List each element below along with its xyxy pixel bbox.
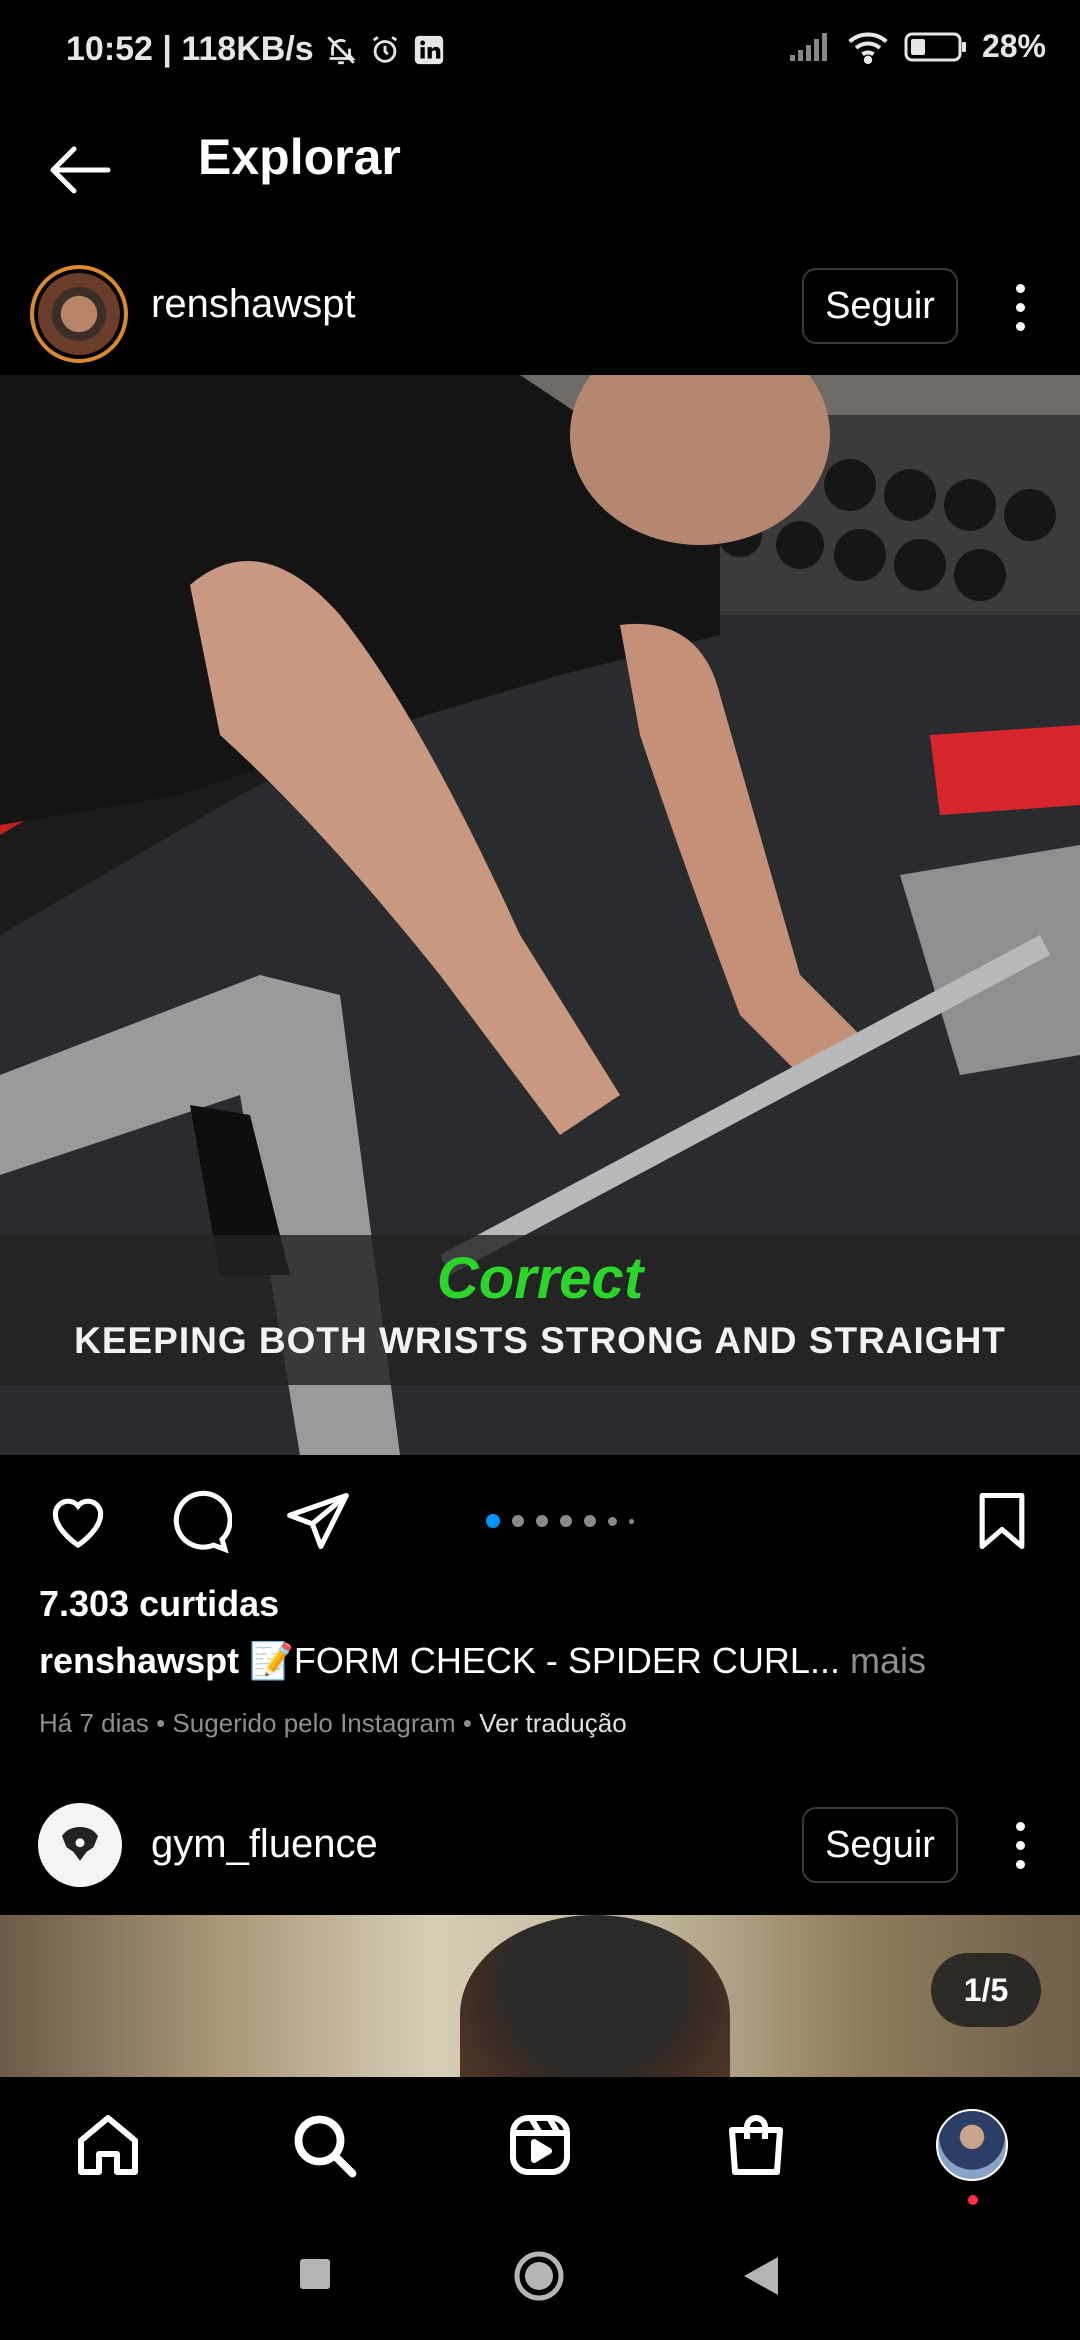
back-triangle-icon[interactable] [742, 2255, 780, 2297]
gym-fluence-logo-icon [62, 1827, 98, 1861]
post-caption[interactable]: renshawspt 📝FORM CHECK - SPIDER CURL... … [39, 1640, 926, 1682]
carousel-dot [608, 1516, 617, 1526]
like-heart-icon[interactable] [44, 1487, 112, 1555]
caption-username[interactable]: renshawspt [39, 1640, 239, 1681]
shop-icon[interactable] [720, 2109, 792, 2181]
signal-icon [788, 31, 832, 63]
post-username-2[interactable]: gym_fluence [151, 1822, 378, 1867]
battery-icon [904, 32, 968, 62]
carousel-dot [536, 1515, 548, 1527]
status-time-speed: 10:52 | 118KB/s [66, 30, 314, 68]
dot-icon [1015, 283, 1025, 293]
post-meta: Há 7 dias • Sugerido pelo Instagram • Ve… [39, 1708, 627, 1739]
carousel-dot [486, 1514, 500, 1528]
carousel-dot [560, 1515, 572, 1527]
search-icon[interactable] [288, 2109, 360, 2181]
page-title: Explorar [198, 129, 401, 185]
dot-icon [1015, 321, 1025, 331]
back-button[interactable] [40, 130, 120, 210]
battery-percentage: 28% [981, 28, 1046, 64]
dot-icon [1015, 1821, 1025, 1831]
video-caption-subtitle: KEEPING BOTH WRISTS STRONG AND STRAIGHT [74, 1320, 1006, 1361]
video-caption-title: Correct [436, 1246, 644, 1311]
post-header-2: gym_fluence Seguir [0, 1785, 1080, 1905]
bookmark-icon[interactable] [968, 1487, 1036, 1555]
dot-icon [1015, 1840, 1025, 1850]
likes-count[interactable]: 7.303 curtidas [39, 1583, 279, 1625]
comment-icon[interactable] [164, 1487, 232, 1555]
more-options-button[interactable] [1000, 267, 1040, 347]
status-right: 28% [788, 28, 1046, 65]
notification-dot [968, 2195, 978, 2205]
dot-icon [1015, 302, 1025, 312]
system-nav-bar [0, 2217, 1080, 2340]
caption-text: 📝FORM CHECK - SPIDER CURL... [249, 1640, 840, 1681]
alarm-icon [368, 33, 402, 67]
bell-off-icon [324, 33, 358, 67]
wifi-icon [846, 30, 890, 64]
arrow-left-icon [50, 146, 111, 194]
share-send-icon[interactable] [284, 1487, 352, 1555]
follow-button[interactable]: Seguir [802, 268, 958, 344]
carousel-dot [629, 1518, 634, 1524]
carousel-indicator [486, 1514, 634, 1528]
follow-button-2[interactable]: Seguir [802, 1807, 958, 1883]
home-icon[interactable] [72, 2109, 144, 2181]
profile-avatar[interactable] [936, 2109, 1008, 2181]
recent-apps-icon[interactable] [298, 2257, 332, 2291]
home-circle-icon[interactable] [513, 2250, 565, 2302]
reels-icon[interactable] [504, 2109, 576, 2181]
avatar[interactable] [30, 265, 128, 363]
carousel-dot [512, 1515, 524, 1527]
post-photo-2 [460, 1915, 730, 2077]
caption-more-link[interactable]: mais [840, 1640, 926, 1681]
carousel-counter: 1/5 [931, 1953, 1041, 2027]
post-header: renshawspt Seguir [0, 255, 1080, 375]
avatar-gym-fluence[interactable] [38, 1803, 122, 1887]
post-meta-text: Há 7 dias • Sugerido pelo Instagram • [39, 1708, 480, 1738]
explore-header: Explorar [0, 110, 1080, 250]
post-media-2[interactable] [0, 1915, 1080, 2077]
post-actions [0, 1475, 1080, 1565]
carousel-dot [584, 1515, 596, 1527]
status-left: 10:52 | 118KB/s [66, 30, 446, 69]
translate-link[interactable]: Ver tradução [479, 1708, 626, 1738]
status-bar: 10:52 | 118KB/s 28% [0, 0, 1080, 100]
post-media[interactable]: Correct KEEPING BOTH WRISTS STRONG AND S… [0, 375, 1080, 1455]
more-options-button-2[interactable] [1000, 1805, 1040, 1885]
linkedin-icon [412, 33, 446, 67]
bottom-nav [0, 2077, 1080, 2217]
post-username[interactable]: renshawspt [151, 282, 356, 327]
dot-icon [1015, 1859, 1025, 1869]
